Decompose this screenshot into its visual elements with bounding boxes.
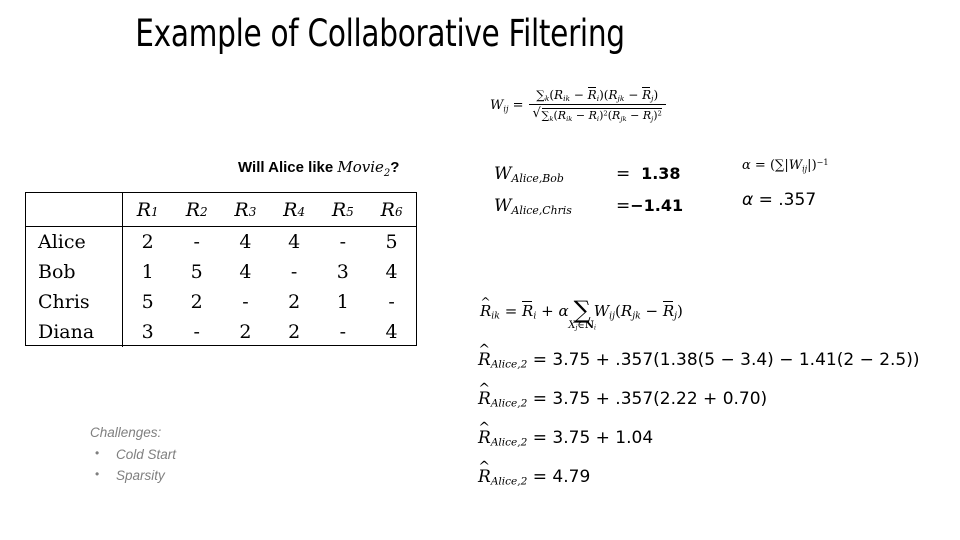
cell-alice-r3: 4: [239, 230, 252, 253]
cell-diana-r5: -: [339, 320, 347, 343]
alpha-value-number: .357: [778, 190, 817, 210]
slide-canvas: Example of Collaborative Filtering Will …: [0, 0, 960, 540]
cell-chris-r3: -: [242, 290, 249, 313]
table-row: Chris 5 2 - 2 1 -: [26, 286, 416, 317]
cell-alice-r4: 4: [288, 230, 301, 253]
summation-subscript: Xj∈Ni: [568, 320, 596, 332]
cell-alice-r2: -: [193, 230, 200, 253]
page-title: Example of Collaborative Filtering: [135, 12, 625, 55]
cell-diana-r2: -: [193, 320, 200, 343]
cell-diana-r3: 2: [239, 320, 252, 343]
cell-alice-r5: -: [339, 230, 347, 253]
calculation-line-1: RAlice,2 = 3.75 + .357(1.38(5 − 3.4) − 1…: [478, 342, 920, 371]
list-item: • Sparsity: [90, 465, 176, 486]
row-label-chris: Chris: [26, 286, 123, 317]
table-body: Alice 2 - 4 4 - 5 Bob 1 5 4 - 3 4 Chris …: [26, 226, 416, 347]
calc-2-rhs: 3.75 + .357(2.22 + 0.70): [552, 389, 768, 409]
caption-prefix: Will Alice like: [238, 159, 338, 176]
calc-1-lhs: RAlice,2: [478, 342, 527, 371]
row-label-bob: Bob: [26, 256, 123, 287]
column-header-r3: R3: [221, 193, 270, 227]
column-header-user: [26, 193, 123, 227]
cell-diana-r4: 2: [288, 320, 301, 343]
alpha-definition-formula: α = (∑|Wij|)−1: [742, 158, 829, 174]
table-row: Bob 1 5 4 - 3 4: [26, 256, 416, 287]
similarity-lhs: Wij =: [490, 97, 524, 114]
similarity-fraction: ∑k(Rik − Ri)(Rjk − Rj) ∑k(Rik − Ri)2(Rjk…: [528, 87, 666, 123]
calculation-line-3: RAlice,2 = 3.75 + 1.04: [478, 420, 654, 449]
calc-2-lhs: RAlice,2: [478, 381, 527, 410]
challenge-label-cold-start: Cold Start: [116, 447, 177, 462]
table-row: Diana 3 - 2 2 - 4: [26, 316, 416, 347]
calc-3-rhs: 3.75 + 1.04: [552, 428, 654, 448]
similarity-numerator: ∑k(Rik − Ri)(Rjk − Rj): [528, 87, 666, 106]
weight-alice-chris-equals: =: [616, 196, 631, 216]
cell-chris-r1: 5: [141, 290, 154, 313]
calc-4-equals: =: [532, 467, 547, 487]
table-caption: Will Alice like Movie2?: [238, 158, 399, 179]
column-header-r5: R5: [318, 193, 368, 227]
cell-diana-r6: 4: [385, 320, 398, 343]
bullet-icon: •: [95, 446, 100, 460]
challenges-heading: Challenges:: [90, 425, 162, 440]
column-header-r4: R4: [269, 193, 319, 227]
column-header-r1: R1: [122, 193, 173, 227]
alpha-value-symbol: α: [742, 190, 754, 210]
challenge-label-sparsity: Sparsity: [116, 468, 165, 483]
caption-movie-base: Movie: [337, 158, 384, 176]
cell-chris-r4: 2: [288, 290, 301, 313]
weight-alice-chris-label: WAlice,Chris: [494, 196, 572, 217]
calculation-line-4: RAlice,2 = 4.79: [478, 459, 591, 488]
weight-alice-chris: WAlice,Chris =−1.41: [494, 196, 683, 217]
alpha-value: α = .357: [742, 190, 816, 210]
calc-3-lhs: RAlice,2: [478, 420, 527, 449]
cell-bob-r5: 3: [336, 260, 349, 283]
similarity-formula: Wij = ∑k(Rik − Ri)(Rjk − Rj) ∑k(Rik − Ri…: [490, 87, 666, 123]
list-item: • Cold Start: [90, 444, 176, 465]
challenges-block: Challenges: • Cold Start • Sparsity: [90, 422, 176, 486]
summation-icon: ∑ Xj∈Ni: [568, 296, 596, 332]
row-label-alice: Alice: [26, 226, 123, 257]
cell-bob-r4: -: [290, 260, 298, 283]
alpha-value-equals: =: [758, 190, 773, 210]
ratings-table-container: R1 R2 R3 R4 R5 R6 Alice 2 - 4 4 - 5 Bob …: [25, 192, 417, 347]
cell-chris-r6: -: [388, 290, 395, 313]
similarity-denominator: ∑k(Rik − Ri)2(Rjk − Rj)2: [529, 105, 666, 123]
cell-chris-r2: 2: [190, 290, 203, 313]
weight-alice-bob-equals: =: [616, 164, 631, 184]
column-header-r6: R6: [367, 193, 416, 227]
table-header-row: R1 R2 R3 R4 R5 R6: [26, 193, 416, 227]
ratings-table: R1 R2 R3 R4 R5 R6 Alice 2 - 4 4 - 5 Bob …: [26, 193, 416, 347]
weight-alice-bob: WAlice,Bob = 1.38: [494, 164, 681, 185]
cell-alice-r6: 5: [385, 230, 398, 253]
cell-alice-r1: 2: [141, 230, 154, 253]
table-header: R1 R2 R3 R4 R5 R6: [26, 193, 416, 227]
calc-4-lhs: RAlice,2: [478, 459, 527, 488]
caption-suffix: ?: [390, 159, 400, 176]
cell-bob-r6: 4: [385, 260, 398, 283]
challenges-list: • Cold Start • Sparsity: [90, 444, 176, 486]
prediction-formula: Rik = Ri + α∑Xj∈NiWij(Rjk − Rj): [480, 295, 683, 332]
cell-chris-r5: 1: [336, 290, 349, 313]
cell-bob-r3: 4: [239, 260, 252, 283]
caption-movie-term: Movie2: [337, 158, 390, 179]
calc-4-rhs: 4.79: [552, 467, 591, 487]
alpha-symbol: α: [742, 158, 751, 174]
cell-bob-r2: 5: [190, 260, 203, 283]
column-header-r2: R2: [172, 193, 222, 227]
calc-1-rhs: 3.75 + .357(1.38(5 − 3.4) − 1.41(2 − 2.5…: [552, 350, 920, 370]
calc-3-equals: =: [532, 428, 547, 448]
bullet-icon: •: [95, 467, 100, 481]
weight-alice-chris-value: −1.41: [630, 196, 684, 215]
cell-diana-r1: 3: [141, 320, 154, 343]
calculation-line-2: RAlice,2 = 3.75 + .357(2.22 + 0.70): [478, 381, 768, 410]
table-row: Alice 2 - 4 4 - 5: [26, 226, 416, 257]
row-label-diana: Diana: [26, 316, 123, 347]
weight-alice-bob-value: 1.38: [641, 164, 681, 183]
calc-1-equals: =: [532, 350, 547, 370]
weight-alice-bob-label: WAlice,Bob: [494, 164, 564, 185]
cell-bob-r1: 1: [141, 260, 154, 283]
calc-2-equals: =: [532, 389, 547, 409]
